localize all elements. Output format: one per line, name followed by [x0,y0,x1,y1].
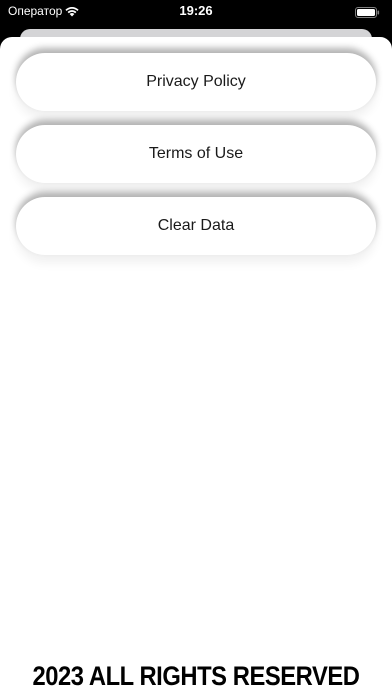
battery-icon [355,5,380,18]
status-bar: Оператор 19:26 [0,0,392,28]
privacy-policy-button[interactable]: Privacy Policy [16,53,376,111]
clear-data-button[interactable]: Clear Data [16,197,376,255]
terms-of-use-button[interactable]: Terms of Use [16,125,376,183]
status-time: 19:26 [179,3,213,18]
copyright-footer: 2023 ALL RIGHTS RESERVED [32,661,360,691]
